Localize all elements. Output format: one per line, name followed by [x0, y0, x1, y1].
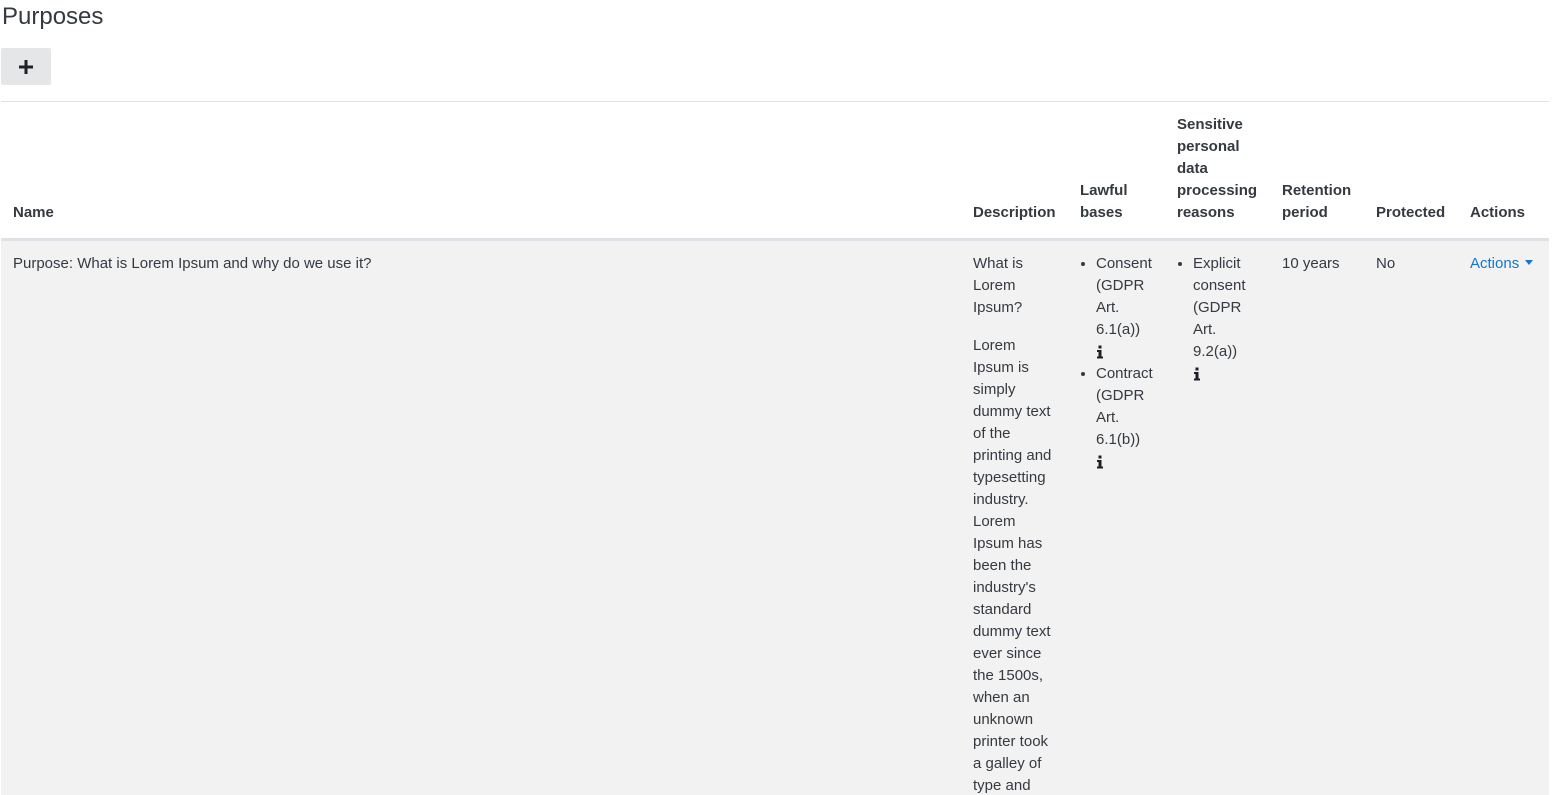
page: Purposes Name Description Lawful bases S…	[0, 0, 1557, 795]
column-header-name: Name	[1, 101, 961, 241]
list-item: Contract (GDPR Art. 6.1(b))	[1096, 363, 1153, 473]
purposes-table-container: Name Description Lawful bases Sensitive …	[1, 101, 1549, 795]
purpose-name: Purpose: What is Lorem Ipsum and why do …	[1, 239, 961, 795]
plus-icon	[19, 59, 33, 74]
add-purpose-button[interactable]	[1, 48, 51, 85]
column-header-sensitive-reasons: Sensitive personal data processing reaso…	[1165, 101, 1270, 241]
page-title: Purposes	[2, 3, 104, 30]
lawful-bases-cell: Consent (GDPR Art. 6.1(a)) Contract (GDP	[1068, 239, 1165, 795]
column-header-retention: Retention period	[1270, 101, 1364, 241]
actions-label: Actions	[1470, 255, 1520, 272]
protected-value: No	[1364, 239, 1458, 795]
lawful-basis-label: Contract (GDPR Art. 6.1(b))	[1096, 365, 1153, 448]
lawful-bases-list: Consent (GDPR Art. 6.1(a)) Contract (GDP	[1080, 253, 1153, 473]
description-body: Lorem Ipsum is simply dummy text of the …	[973, 337, 1052, 794]
info-icon[interactable]	[1096, 341, 1153, 363]
column-header-description: Description	[961, 101, 1068, 241]
actions-dropdown-toggle[interactable]: Actions	[1470, 255, 1534, 272]
retention-period: 10 years	[1270, 239, 1364, 795]
purposes-table: Name Description Lawful bases Sensitive …	[1, 101, 1549, 795]
sensitive-reasons-list: Explicit consent (GDPR Art. 9.2(a))	[1177, 253, 1258, 385]
list-item: Consent (GDPR Art. 6.1(a))	[1096, 253, 1153, 363]
column-header-actions: Actions	[1458, 101, 1549, 241]
chevron-down-icon	[1525, 260, 1534, 265]
lawful-basis-label: Consent (GDPR Art. 6.1(a))	[1096, 255, 1152, 338]
sensitive-reasons-cell: Explicit consent (GDPR Art. 9.2(a))	[1165, 239, 1270, 795]
table-header-row: Name Description Lawful bases Sensitive …	[1, 101, 1549, 241]
column-header-lawful-bases: Lawful bases	[1068, 101, 1165, 241]
description-heading: What is Lorem Ipsum?	[973, 255, 1024, 316]
purpose-description: What is Lorem Ipsum? Lorem Ipsum is simp…	[961, 239, 1068, 795]
info-icon[interactable]	[1096, 451, 1153, 473]
info-icon[interactable]	[1193, 363, 1258, 385]
sensitive-reason-label: Explicit consent (GDPR Art. 9.2(a))	[1193, 255, 1246, 360]
list-item: Explicit consent (GDPR Art. 9.2(a))	[1193, 253, 1258, 385]
table-row: Purpose: What is Lorem Ipsum and why do …	[1, 239, 1549, 795]
column-header-protected: Protected	[1364, 101, 1458, 241]
actions-cell: Actions	[1458, 239, 1549, 795]
